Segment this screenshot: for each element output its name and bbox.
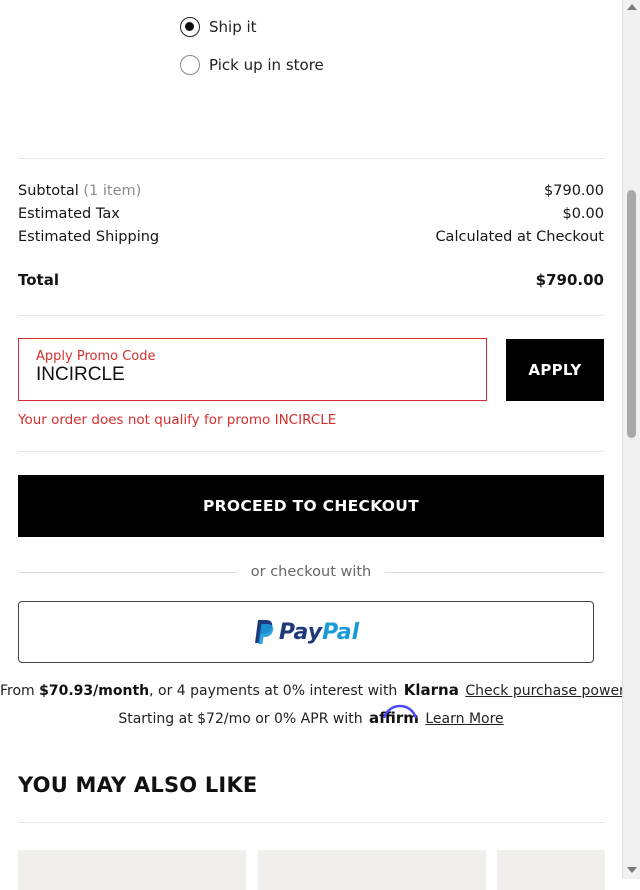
- klarna-prefix: From: [0, 683, 40, 699]
- divider-line: [385, 571, 604, 573]
- paypal-button[interactable]: PayPal: [18, 601, 594, 663]
- divider: [18, 158, 604, 159]
- subtotal-label-group: Subtotal (1 item): [18, 183, 141, 199]
- scroll-down-arrow-icon[interactable]: [627, 867, 637, 873]
- shipping-row: Estimated Shipping Calculated at Checkou…: [18, 229, 604, 245]
- divider: [18, 822, 604, 823]
- proceed-to-checkout-button[interactable]: PROCEED TO CHECKOUT: [18, 475, 604, 537]
- learn-more-link[interactable]: Learn More: [425, 711, 503, 727]
- affirm-financing-message: Starting at $72/mo or 0% APR with affirm…: [0, 704, 622, 727]
- divider-line: [18, 571, 237, 573]
- paypal-word-pay: Pay: [278, 619, 323, 645]
- recommendation-card[interactable]: [497, 850, 605, 890]
- item-count: (1 item): [83, 183, 142, 199]
- promo-code-label: Apply Promo Code: [36, 349, 156, 364]
- scroll-up-arrow-icon[interactable]: [627, 4, 637, 10]
- vertical-scrollbar[interactable]: [622, 0, 640, 879]
- pick-up-option[interactable]: Pick up in store: [180, 55, 324, 75]
- apply-promo-button[interactable]: APPLY: [506, 339, 604, 401]
- tax-row: Estimated Tax $0.00: [18, 206, 604, 222]
- promo-code-field[interactable]: Apply Promo Code: [18, 338, 487, 401]
- subtotal-label: Subtotal: [18, 183, 79, 199]
- paypal-word-pal: Pal: [322, 619, 360, 645]
- klarna-financing-message: From $70.93/month, or 4 payments at 0% i…: [0, 681, 625, 699]
- ship-it-radio[interactable]: [180, 17, 200, 37]
- pick-up-radio[interactable]: [180, 55, 200, 75]
- tax-label: Estimated Tax: [18, 206, 120, 222]
- total-value: $790.00: [535, 271, 604, 289]
- affirm-arc-icon: [382, 704, 418, 719]
- or-checkout-with-text: or checkout with: [250, 564, 372, 580]
- or-checkout-with-divider: or checkout with: [18, 564, 604, 580]
- check-purchase-power-link[interactable]: Check purchase power: [465, 683, 625, 699]
- tax-value: $0.00: [562, 206, 604, 222]
- affirm-logo: affirm: [369, 704, 419, 727]
- paypal-wordmark: PayPal: [279, 620, 359, 645]
- shipping-label: Estimated Shipping: [18, 229, 160, 245]
- klarna-amount: $70.93/month: [39, 683, 150, 699]
- you-may-also-like-heading: YOU MAY ALSO LIKE: [18, 773, 258, 797]
- divider: [18, 451, 604, 452]
- promo-code-input[interactable]: [36, 364, 466, 386]
- ship-it-label: Ship it: [209, 18, 257, 36]
- klarna-logo: Klarna: [403, 681, 459, 699]
- recommendation-card[interactable]: [18, 850, 246, 890]
- paypal-icon: [254, 620, 274, 644]
- ship-it-option[interactable]: Ship it: [180, 17, 257, 37]
- subtotal-row: Subtotal (1 item) $790.00: [18, 183, 604, 199]
- recommendation-card[interactable]: [258, 850, 486, 890]
- subtotal-value: $790.00: [544, 183, 604, 199]
- divider: [18, 315, 604, 316]
- pick-up-label: Pick up in store: [209, 56, 324, 74]
- total-label: Total: [18, 271, 59, 289]
- klarna-middle: , or 4 payments at 0% interest with: [149, 683, 402, 699]
- scrollbar-thumb[interactable]: [627, 190, 636, 438]
- cart-summary-panel: Ship it Pick up in store Subtotal (1 ite…: [0, 0, 625, 890]
- promo-error-message: Your order does not qualify for promo IN…: [18, 412, 337, 428]
- shipping-value: Calculated at Checkout: [435, 229, 604, 245]
- total-row: Total $790.00: [18, 271, 604, 289]
- radio-selected-dot: [185, 22, 194, 31]
- affirm-prefix: Starting at $72/mo or 0% APR with: [118, 711, 368, 727]
